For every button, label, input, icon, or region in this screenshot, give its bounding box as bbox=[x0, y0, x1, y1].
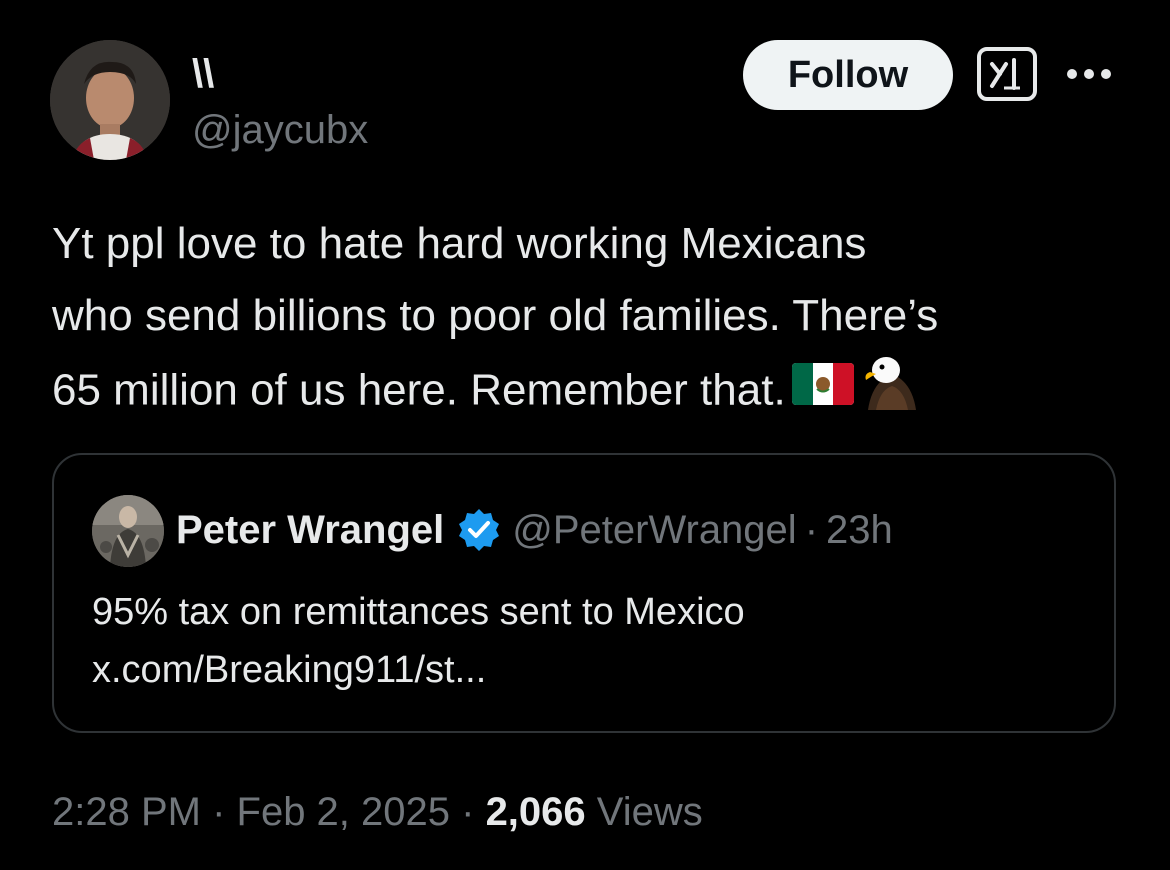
quote-header: Peter Wrangel @PeterWrangel · 23h bbox=[176, 507, 893, 553]
quote-text: 95% tax on remittances sent to Mexico x.… bbox=[92, 583, 1092, 699]
verified-badge-icon bbox=[456, 507, 502, 553]
tweet-text: Yt ppl love to hate hard working Mexican… bbox=[52, 208, 1132, 434]
tweet-line: who send billions to poor old families. … bbox=[52, 291, 939, 340]
author-avatar[interactable] bbox=[50, 40, 170, 160]
meta-separator: · bbox=[200, 790, 237, 834]
quote-separator: · bbox=[804, 507, 819, 552]
quote-time[interactable]: 23h bbox=[826, 508, 893, 553]
follow-button[interactable]: Follow bbox=[743, 40, 953, 110]
views-count[interactable]: 2,066 bbox=[486, 790, 586, 834]
quote-author-handle[interactable]: @PeterWrangel bbox=[512, 508, 796, 553]
more-dots-icon[interactable] bbox=[1064, 64, 1114, 84]
meta-separator: · bbox=[450, 790, 486, 834]
eagle-icon bbox=[862, 352, 922, 434]
author-handle[interactable]: @jaycubx bbox=[192, 108, 368, 153]
quoted-tweet-card[interactable]: Peter Wrangel @PeterWrangel · 23h 95% ta… bbox=[52, 453, 1116, 733]
quote-link[interactable]: x.com/Breaking911/st... bbox=[92, 641, 1092, 699]
views-label: Views bbox=[585, 790, 703, 834]
tweet-time[interactable]: 2:28 PM bbox=[52, 790, 201, 834]
tweet-line-text: 65 million of us here. Remember that. bbox=[52, 365, 786, 415]
author-display-name[interactable]: \\ bbox=[192, 52, 214, 97]
tweet-date[interactable]: Feb 2, 2025 bbox=[237, 790, 451, 834]
mexico-flag-icon bbox=[791, 357, 854, 429]
quote-author-avatar[interactable] bbox=[92, 495, 164, 567]
quote-text-line: 95% tax on remittances sent to Mexico bbox=[92, 591, 745, 633]
quote-author-name[interactable]: Peter Wrangel bbox=[176, 508, 444, 553]
tweet-meta: 2:28 PM · Feb 2, 2025 · 2,066 Views bbox=[52, 790, 703, 835]
tweet-line: 65 million of us here. Remember that. bbox=[52, 352, 1132, 434]
grok-icon[interactable] bbox=[976, 46, 1038, 102]
tweet-line: Yt ppl love to hate hard working Mexican… bbox=[52, 219, 867, 268]
